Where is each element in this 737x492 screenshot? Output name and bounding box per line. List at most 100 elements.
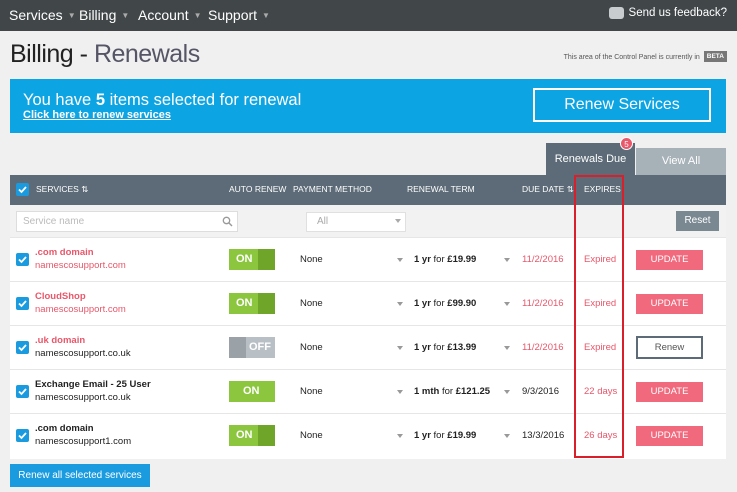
- payment-filter-value: All: [317, 216, 329, 227]
- title-separator: -: [79, 40, 88, 68]
- renew-services-button[interactable]: Renew Services: [533, 88, 711, 122]
- select-all-checkbox[interactable]: [16, 183, 29, 196]
- row-checkbox[interactable]: [16, 341, 29, 354]
- toggle-label: ON: [243, 385, 260, 397]
- renew-services-link[interactable]: Click here to renew services: [23, 109, 171, 121]
- sort-icon: ⇅: [81, 184, 89, 194]
- expires-highlight-box: [574, 175, 624, 458]
- service-name[interactable]: .com domain: [35, 247, 94, 258]
- header-services[interactable]: Services ⇅: [36, 184, 88, 195]
- chevron-down-icon: [504, 346, 510, 350]
- checkmark-icon: [18, 432, 27, 440]
- chevron-down-icon: [397, 434, 403, 438]
- tab-view-all[interactable]: View All: [636, 148, 726, 175]
- renewal-term[interactable]: 1 yr for £13.99: [414, 342, 476, 353]
- toggle-knob: [258, 249, 275, 270]
- chevron-down-icon: [504, 434, 510, 438]
- renew-button[interactable]: Renew: [636, 336, 703, 359]
- toggle-label: OFF: [249, 341, 271, 353]
- renewal-banner: You have 5 items selected for renewal Cl…: [10, 79, 726, 133]
- payment-method[interactable]: None: [300, 298, 323, 309]
- update-button[interactable]: UPDATE: [636, 250, 703, 270]
- update-button[interactable]: UPDATE: [636, 426, 703, 446]
- chevron-down-icon: [504, 258, 510, 262]
- chevron-down-icon: ▼: [67, 11, 76, 20]
- header-auto-renew: Auto Renew: [229, 184, 287, 194]
- chevron-down-icon: [397, 258, 403, 262]
- banner-message: You have 5 items selected for renewal: [23, 91, 301, 110]
- nav-services[interactable]: Services ▼: [9, 7, 76, 23]
- beta-badge: BETA: [703, 51, 727, 62]
- renew-all-button[interactable]: Renew all selected services: [10, 464, 150, 487]
- chevron-down-icon: [504, 302, 510, 306]
- auto-renew-toggle[interactable]: ON: [229, 293, 275, 314]
- renewal-term[interactable]: 1 yr for £19.99: [414, 254, 476, 265]
- term-period: 1 yr: [414, 298, 431, 309]
- auto-renew-toggle[interactable]: ON: [229, 249, 275, 270]
- due-date: 11/2/2016: [522, 298, 564, 309]
- chevron-down-icon: [397, 302, 403, 306]
- term-price: £19.99: [447, 430, 477, 441]
- banner-prefix: You have: [23, 91, 92, 109]
- auto-renew-toggle[interactable]: ON: [229, 425, 275, 446]
- nav-support[interactable]: Support ▼: [208, 7, 270, 23]
- service-search-input[interactable]: Service name: [16, 211, 238, 232]
- feedback-label: Send us feedback?: [628, 7, 727, 19]
- service-domain: namescosupport.co.uk: [35, 392, 131, 403]
- update-button[interactable]: UPDATE: [636, 294, 703, 314]
- row-checkbox[interactable]: [16, 253, 29, 266]
- chevron-down-icon: [504, 390, 510, 394]
- term-period: 1 yr: [414, 430, 431, 441]
- nav-support-label: Support: [208, 7, 258, 23]
- update-button[interactable]: UPDATE: [636, 382, 703, 402]
- renewal-term[interactable]: 1 yr for £99.90: [414, 298, 476, 309]
- renewal-term[interactable]: 1 yr for £19.99: [414, 430, 476, 441]
- term-for: for: [433, 298, 445, 309]
- banner-count: 5: [95, 91, 105, 109]
- reset-button[interactable]: Reset: [676, 211, 719, 231]
- nav-account[interactable]: Account ▼: [138, 7, 202, 23]
- auto-renew-toggle[interactable]: ON: [229, 381, 275, 402]
- toggle-label: ON: [236, 429, 253, 441]
- payment-method[interactable]: None: [300, 342, 323, 353]
- feedback-link[interactable]: Send us feedback?: [608, 7, 727, 19]
- tab-renewals-due[interactable]: Renewals Due 5: [546, 137, 635, 175]
- banner-suffix: items selected for renewal: [109, 91, 302, 109]
- row-checkbox[interactable]: [16, 429, 29, 442]
- renewal-term[interactable]: 1 mth for £121.25: [414, 386, 490, 397]
- row-checkbox[interactable]: [16, 297, 29, 310]
- payment-method-filter[interactable]: All: [306, 212, 406, 232]
- page-subtitle: Renewals: [93, 40, 200, 68]
- service-name[interactable]: CloudShop: [35, 291, 86, 302]
- term-period: 1 yr: [414, 254, 431, 265]
- service-name[interactable]: .com domain: [35, 423, 94, 434]
- toggle-knob: [258, 293, 275, 314]
- service-name[interactable]: Exchange Email - 25 User: [35, 379, 151, 390]
- header-due-date-label: Due Date: [522, 184, 565, 194]
- term-price: £19.99: [447, 254, 477, 265]
- payment-method[interactable]: None: [300, 254, 323, 265]
- auto-renew-toggle[interactable]: OFF: [229, 337, 275, 358]
- checkmark-icon: [18, 186, 27, 194]
- service-domain: namescosupport.co.uk: [35, 348, 131, 359]
- due-date: 9/3/2016: [522, 386, 559, 397]
- due-date: 11/2/2016: [522, 342, 564, 353]
- row-checkbox[interactable]: [16, 385, 29, 398]
- nav-billing[interactable]: Billing ▼: [79, 7, 129, 23]
- count-badge: 5: [620, 137, 633, 150]
- beta-note: This area of the Control Panel is curren…: [564, 51, 727, 62]
- term-price: £99.90: [447, 298, 477, 309]
- due-date: 11/2/2016: [522, 254, 564, 265]
- header-due-date[interactable]: Due Date ⇅: [522, 184, 574, 195]
- nav-services-label: Services: [9, 7, 63, 23]
- payment-method[interactable]: None: [300, 430, 323, 441]
- term-for: for: [433, 430, 445, 441]
- service-name[interactable]: .uk domain: [35, 335, 85, 346]
- chat-bubble-icon: [608, 7, 624, 19]
- chevron-down-icon: [397, 346, 403, 350]
- toggle-label: ON: [236, 253, 253, 265]
- payment-method[interactable]: None: [300, 386, 323, 397]
- term-for: for: [441, 386, 454, 397]
- search-icon: [222, 216, 233, 227]
- top-nav: Services ▼ Billing ▼ Account ▼ Support ▼ Sen…: [0, 0, 737, 31]
